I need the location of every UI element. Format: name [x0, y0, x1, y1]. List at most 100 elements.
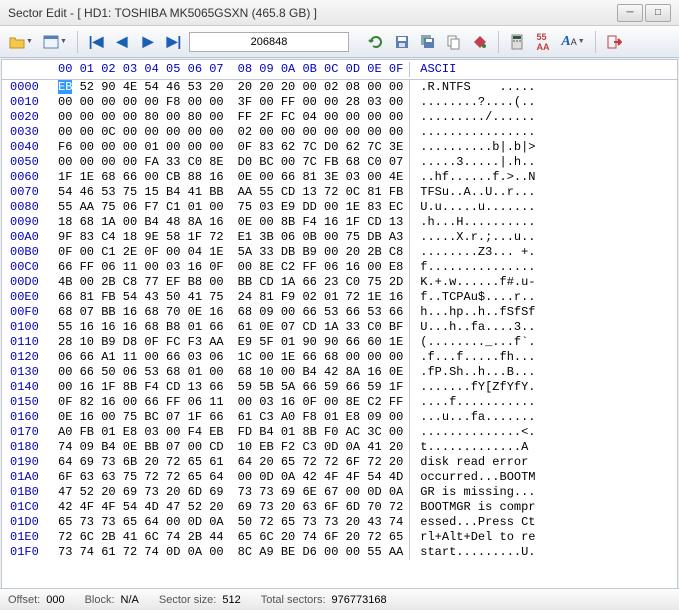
hex-bytes-1[interactable]: 9F 83 C4 18 9E 58 1F 72 — [58, 230, 224, 245]
hex-bytes-2[interactable]: 00 03 16 0F 00 8E C2 FF — [238, 395, 404, 410]
hex-row[interactable]: 01A06F 63 63 75 72 72 65 6400 0D 0A 42 4… — [2, 470, 677, 485]
hex-bytes-2[interactable]: 61 0E 07 CD 1A 33 C0 BF — [238, 320, 404, 335]
hex-row[interactable]: 00F068 07 BB 16 68 70 0E 1668 09 00 66 5… — [2, 305, 677, 320]
hex-bytes-2[interactable]: FD B4 01 8B F0 AC 3C 00 — [238, 425, 404, 440]
ascii-cell[interactable]: ..............<. — [416, 425, 535, 440]
hex-bytes-2[interactable]: 5A 33 DB B9 00 20 2B C8 — [238, 245, 404, 260]
nav-next-button[interactable]: ▶ — [137, 31, 159, 53]
open-dropdown[interactable]: ▼ — [6, 31, 36, 53]
hex-row[interactable]: 0040F6 00 00 00 01 00 00 000F 83 62 7C D… — [2, 140, 677, 155]
hex-row[interactable]: 011028 10 B9 D8 0F FC F3 AAE9 5F 01 90 9… — [2, 335, 677, 350]
copy-button[interactable] — [443, 31, 465, 53]
hex-display-button[interactable]: 55AA — [532, 31, 554, 53]
ascii-cell[interactable]: occurred...BOOTM — [416, 470, 535, 485]
hex-row[interactable]: 01500F 82 16 00 66 FF 06 1100 03 16 0F 0… — [2, 395, 677, 410]
hex-row[interactable]: 00D04B 00 2B C8 77 EF B8 00BB CD 1A 66 2… — [2, 275, 677, 290]
hex-row[interactable]: 00B00F 00 C1 2E 0F 00 04 1E5A 33 DB B9 0… — [2, 245, 677, 260]
ascii-cell[interactable]: essed...Press Ct — [416, 515, 535, 530]
hex-bytes-2[interactable]: 02 00 00 00 00 00 00 00 — [238, 125, 404, 140]
hex-bytes-2[interactable]: 00 8E C2 FF 06 16 00 E8 — [238, 260, 404, 275]
ascii-cell[interactable]: ................ — [416, 125, 535, 140]
hex-row[interactable]: 009018 68 1A 00 B4 48 8A 160E 00 8B F4 1… — [2, 215, 677, 230]
hex-row[interactable]: 01B047 52 20 69 73 20 6D 6973 73 69 6E 6… — [2, 485, 677, 500]
hex-row[interactable]: 014000 16 1F 8B F4 CD 13 6659 5B 5A 66 5… — [2, 380, 677, 395]
nav-prev-button[interactable]: ◀ — [111, 31, 133, 53]
hex-bytes-2[interactable]: 68 09 00 66 53 66 53 66 — [238, 305, 404, 320]
hex-view[interactable]: 00 01 02 03 04 05 06 07 08 09 0A 0B 0C 0… — [1, 59, 678, 589]
ascii-cell[interactable]: .fP.Sh..h...B... — [416, 365, 535, 380]
hex-row[interactable]: 001000 00 00 00 00 F8 00 003F 00 FF 00 0… — [2, 95, 677, 110]
hex-bytes-1[interactable]: 66 81 FB 54 43 50 41 75 — [58, 290, 224, 305]
hex-bytes-2[interactable]: 0E 00 66 81 3E 03 00 4E — [238, 170, 404, 185]
hex-bytes-1[interactable]: 42 4F 4F 54 4D 47 52 20 — [58, 500, 224, 515]
hex-bytes-1[interactable]: 55 16 16 16 68 B8 01 66 — [58, 320, 224, 335]
hex-bytes-1[interactable]: 47 52 20 69 73 20 6D 69 — [58, 485, 224, 500]
ascii-cell[interactable]: ....f........... — [416, 395, 535, 410]
ascii-cell[interactable]: ..hf......f.>..N — [416, 170, 535, 185]
ascii-cell[interactable]: U.u.....u....... — [416, 200, 535, 215]
hex-row[interactable]: 01D065 73 73 65 64 00 0D 0A50 72 65 73 7… — [2, 515, 677, 530]
hex-bytes-1[interactable]: 00 00 0C 00 00 00 00 00 — [58, 125, 224, 140]
hex-row[interactable]: 010055 16 16 16 68 B8 01 6661 0E 07 CD 1… — [2, 320, 677, 335]
hex-bytes-2[interactable]: 69 73 20 63 6F 6D 70 72 — [238, 500, 404, 515]
hex-bytes-1[interactable]: EB 52 90 4E 54 46 53 20 — [58, 80, 224, 95]
hex-row[interactable]: 00601F 1E 68 66 00 CB 88 160E 00 66 81 3… — [2, 170, 677, 185]
ascii-cell[interactable]: f............... — [416, 260, 535, 275]
hex-bytes-2[interactable]: 0F 83 62 7C D0 62 7C 3E — [238, 140, 404, 155]
hex-bytes-1[interactable]: 00 00 00 00 00 F8 00 00 — [58, 95, 224, 110]
hex-bytes-2[interactable]: BB CD 1A 66 23 C0 75 2D — [238, 275, 404, 290]
hex-bytes-2[interactable]: 73 73 69 6E 67 00 0D 0A — [238, 485, 404, 500]
hex-bytes-1[interactable]: 65 73 73 65 64 00 0D 0A — [58, 515, 224, 530]
hex-row[interactable]: 002000 00 00 00 80 00 80 00FF 2F FC 04 0… — [2, 110, 677, 125]
hex-bytes-2[interactable]: E9 5F 01 90 90 66 60 1E — [238, 335, 404, 350]
hex-row[interactable]: 018074 09 B4 0E BB 07 00 CD10 EB F2 C3 0… — [2, 440, 677, 455]
hex-row[interactable]: 005000 00 00 00 FA 33 C0 8ED0 BC 00 7C F… — [2, 155, 677, 170]
hex-bytes-2[interactable]: FF 2F FC 04 00 00 00 00 — [238, 110, 404, 125]
hex-bytes-2[interactable]: 64 20 65 72 72 6F 72 20 — [238, 455, 404, 470]
hex-row[interactable]: 0000EB 52 90 4E 54 46 53 2020 20 20 00 0… — [2, 80, 677, 95]
nav-last-button[interactable]: ▶| — [163, 31, 185, 53]
hex-bytes-1[interactable]: 1F 1E 68 66 00 CB 88 16 — [58, 170, 224, 185]
ascii-cell[interactable]: ...u...fa....... — [416, 410, 535, 425]
hex-bytes-2[interactable]: 75 03 E9 DD 00 1E 83 EC — [238, 200, 404, 215]
save-button[interactable] — [391, 31, 413, 53]
hex-bytes-1[interactable]: 54 46 53 75 15 B4 41 BB — [58, 185, 224, 200]
hex-row[interactable]: 01E072 6C 2B 41 6C 74 2B 4465 6C 20 74 6… — [2, 530, 677, 545]
hex-bytes-2[interactable]: 8C A9 BE D6 00 00 55 AA — [238, 545, 404, 560]
ascii-cell[interactable]: .....3.....|.h.. — [416, 155, 535, 170]
hex-bytes-2[interactable]: 1C 00 1E 66 68 00 00 00 — [238, 350, 404, 365]
hex-row[interactable]: 00E066 81 FB 54 43 50 41 7524 81 F9 02 0… — [2, 290, 677, 305]
hex-bytes-1[interactable]: 0E 16 00 75 BC 07 1F 66 — [58, 410, 224, 425]
hex-row[interactable]: 01C042 4F 4F 54 4D 47 52 2069 73 20 63 6… — [2, 500, 677, 515]
hex-bytes-1[interactable]: 0F 82 16 00 66 FF 06 11 — [58, 395, 224, 410]
exit-button[interactable] — [603, 31, 625, 53]
nav-first-button[interactable]: |◀ — [85, 31, 107, 53]
font-dropdown[interactable]: AA▼ — [558, 31, 588, 53]
minimize-button[interactable]: ─ — [617, 4, 643, 22]
hex-row[interactable]: 00C066 FF 06 11 00 03 16 0F00 8E C2 FF 0… — [2, 260, 677, 275]
maximize-button[interactable]: □ — [645, 4, 671, 22]
ascii-cell[interactable]: .h...H.......... — [416, 215, 535, 230]
ascii-cell[interactable]: (........_...f`. — [416, 335, 535, 350]
hex-bytes-1[interactable]: 18 68 1A 00 B4 48 8A 16 — [58, 215, 224, 230]
ascii-cell[interactable]: f..TCPAu$....r.. — [416, 290, 535, 305]
hex-row[interactable]: 003000 00 0C 00 00 00 00 0002 00 00 00 0… — [2, 125, 677, 140]
ascii-cell[interactable]: ........?....(.. — [416, 95, 535, 110]
hex-bytes-2[interactable]: 10 EB F2 C3 0D 0A 41 20 — [238, 440, 404, 455]
ascii-cell[interactable]: t.............A — [416, 440, 535, 455]
hex-bytes-1[interactable]: 64 69 73 6B 20 72 65 61 — [58, 455, 224, 470]
hex-bytes-1[interactable]: 55 AA 75 06 F7 C1 01 00 — [58, 200, 224, 215]
view-dropdown[interactable]: ▼ — [40, 31, 70, 53]
ascii-cell[interactable]: .....X.r.;...u.. — [416, 230, 535, 245]
ascii-cell[interactable]: h...hp..h..fSfSf — [416, 305, 535, 320]
save-all-button[interactable] — [417, 31, 439, 53]
hex-bytes-2[interactable]: D0 BC 00 7C FB 68 C0 07 — [238, 155, 404, 170]
hex-bytes-1[interactable]: 06 66 A1 11 00 66 03 06 — [58, 350, 224, 365]
ascii-cell[interactable]: rl+Alt+Del to re — [416, 530, 535, 545]
ascii-cell[interactable]: start.........U. — [416, 545, 535, 560]
ascii-cell[interactable]: U...h..fa....3.. — [416, 320, 535, 335]
hex-bytes-1[interactable]: 72 6C 2B 41 6C 74 2B 44 — [58, 530, 224, 545]
hex-bytes-1[interactable]: 00 66 50 06 53 68 01 00 — [58, 365, 224, 380]
calculator-button[interactable] — [506, 31, 528, 53]
hex-bytes-2[interactable]: 24 81 F9 02 01 72 1E 16 — [238, 290, 404, 305]
